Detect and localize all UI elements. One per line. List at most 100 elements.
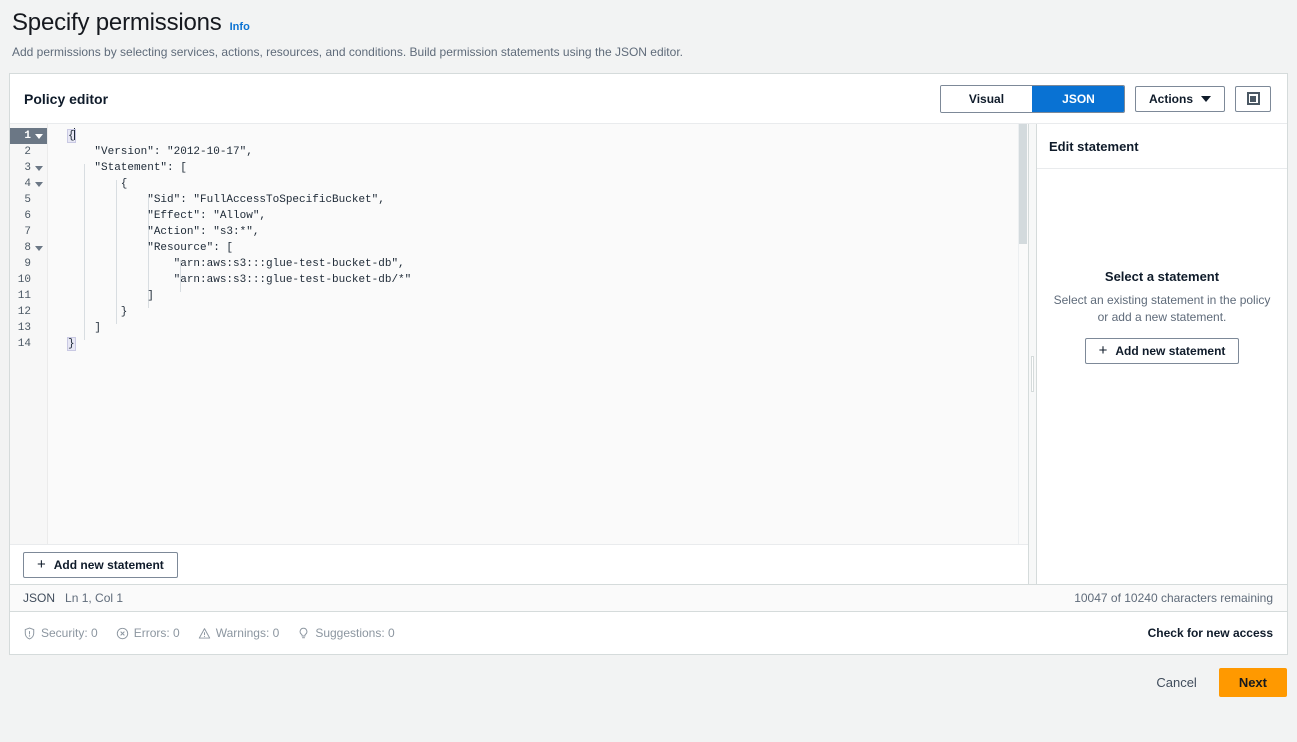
gutter-line-4[interactable]: 4 xyxy=(10,176,47,192)
next-button[interactable]: Next xyxy=(1218,668,1287,697)
gutter-line-9[interactable]: 9 xyxy=(10,256,47,272)
edit-statement-empty-state: Select a statement Select an existing st… xyxy=(1037,169,1287,584)
gutter-line-8[interactable]: 8 xyxy=(10,240,47,256)
code-line-1[interactable]: { xyxy=(48,128,1028,144)
lint-item-warnings[interactable]: Warnings: 0 xyxy=(198,626,280,640)
gutter-line-12[interactable]: 12 xyxy=(10,304,47,320)
lint-label-security: Security: 0 xyxy=(41,626,98,640)
cursor-position-label: Ln 1, Col 1 xyxy=(65,591,124,605)
gutter-line-10[interactable]: 10 xyxy=(10,272,47,288)
code-wrap: 1 2 3 4 5 6 7 8 9 10 11 12 13 14 { "Version": "2012-1… xyxy=(10,124,1028,544)
container-header: Policy editor Visual JSON Actions xyxy=(10,74,1287,124)
code-line-14[interactable]: } xyxy=(48,336,1028,352)
code-line-5[interactable]: "Sid": "FullAccessToSpecificBucket", xyxy=(48,192,1028,208)
line-number: 6 xyxy=(24,210,31,222)
lint-label-suggestions: Suggestions: 0 xyxy=(315,626,395,640)
characters-remaining-label: 10047 of 10240 characters remaining xyxy=(1074,591,1273,605)
gutter-line-2[interactable]: 2 xyxy=(10,144,47,160)
editor-area: 1 2 3 4 5 6 7 8 9 10 11 12 13 14 { "Version": "2012-1… xyxy=(10,124,1287,584)
gutter-line-7[interactable]: 7 xyxy=(10,224,47,240)
code-line-4[interactable]: { xyxy=(48,176,1028,192)
check-for-new-access-link[interactable]: Check for new access xyxy=(1148,626,1273,640)
edit-statement-panel: Edit statement Select a statement Select… xyxy=(1037,124,1287,584)
tab-json[interactable]: JSON xyxy=(1031,85,1124,112)
editor-footer: + Add new statement xyxy=(10,544,1028,584)
add-new-statement-button-panel[interactable]: + Add new statement xyxy=(1084,338,1240,364)
container-title: Policy editor xyxy=(24,90,109,107)
gutter-line-13[interactable]: 13 xyxy=(10,320,47,336)
code-line-7[interactable]: "Action": "s3:*", xyxy=(48,224,1028,240)
line-number-gutter: 1 2 3 4 5 6 7 8 9 10 11 12 13 14 xyxy=(10,124,48,544)
line-number: 10 xyxy=(17,274,31,286)
add-new-statement-label-editor: Add new statement xyxy=(53,557,164,572)
text-cursor xyxy=(73,128,75,140)
shield-icon xyxy=(24,627,35,639)
line-number: 11 xyxy=(17,290,31,302)
line-number: 9 xyxy=(24,258,31,270)
fold-triangle-icon[interactable] xyxy=(33,165,44,171)
gutter-line-1[interactable]: 1 xyxy=(10,128,47,144)
code-line-6[interactable]: "Effect": "Allow", xyxy=(48,208,1028,224)
line-number: 8 xyxy=(24,242,31,254)
split-panel-icon xyxy=(1246,92,1260,105)
lint-status-bar: Security: 0 Errors: 0 Warnings: 0 Sugges… xyxy=(10,612,1287,654)
lint-label-warnings: Warnings: 0 xyxy=(215,626,280,640)
code-line-13[interactable]: ] xyxy=(48,320,1028,336)
code-content[interactable]: { "Version": "2012-10-17", "Statement": … xyxy=(48,124,1028,544)
json-status-bar: JSON Ln 1, Col 1 10047 of 10240 characte… xyxy=(10,584,1287,612)
gutter-line-11[interactable]: 11 xyxy=(10,288,47,304)
code-line-11[interactable]: ] xyxy=(48,288,1028,304)
actions-button-label: Actions xyxy=(1148,91,1193,106)
lint-item-errors[interactable]: Errors: 0 xyxy=(116,626,180,640)
code-line-2[interactable]: "Version": "2012-10-17", xyxy=(48,144,1028,160)
matching-brace: } xyxy=(67,337,76,351)
info-link[interactable]: Info xyxy=(230,21,250,33)
line-number: 12 xyxy=(17,306,31,318)
gutter-line-3[interactable]: 3 xyxy=(10,160,47,176)
empty-state-description: Select an existing statement in the poli… xyxy=(1053,293,1271,324)
line-number: 3 xyxy=(24,162,31,174)
code-line-8[interactable]: "Resource": [ xyxy=(48,240,1028,256)
gutter-line-5[interactable]: 5 xyxy=(10,192,47,208)
gutter-line-6[interactable]: 6 xyxy=(10,208,47,224)
empty-state-title: Select a statement xyxy=(1104,269,1220,284)
tab-visual[interactable]: Visual xyxy=(940,85,1032,112)
line-number: 13 xyxy=(17,322,31,334)
lint-item-security[interactable]: Security: 0 xyxy=(23,626,98,640)
code-line-3[interactable]: "Statement": [ xyxy=(48,160,1028,176)
header-actions: Visual JSON Actions xyxy=(939,84,1271,113)
cancel-button[interactable]: Cancel xyxy=(1147,670,1205,695)
code-line-12[interactable]: } xyxy=(48,304,1028,320)
actions-button[interactable]: Actions xyxy=(1134,85,1225,112)
editor-scrollbar-thumb[interactable] xyxy=(1019,124,1027,244)
fold-triangle-icon[interactable] xyxy=(33,133,44,139)
split-panel-toggle-button[interactable] xyxy=(1235,85,1271,112)
warning-icon xyxy=(198,627,210,639)
code-line-10[interactable]: "arn:aws:s3:::glue-test-bucket-db/*" xyxy=(48,272,1028,288)
page-title: Specify permissions xyxy=(12,9,222,36)
page-footer: Cancel Next xyxy=(0,655,1297,697)
fold-triangle-icon[interactable] xyxy=(33,245,44,251)
view-toggle[interactable]: Visual JSON xyxy=(939,84,1125,113)
lint-item-suggestions[interactable]: Suggestions: 0 xyxy=(297,626,395,640)
lightbulb-icon xyxy=(299,627,308,638)
lint-items: Security: 0 Errors: 0 Warnings: 0 Sugges… xyxy=(23,626,395,640)
line-number: 5 xyxy=(24,194,31,206)
code-line-9[interactable]: "arn:aws:s3:::glue-test-bucket-db", xyxy=(48,256,1028,272)
line-number: 14 xyxy=(17,338,31,350)
panel-splitter[interactable] xyxy=(1028,124,1037,584)
lint-label-errors: Errors: 0 xyxy=(133,626,180,640)
gutter-line-14[interactable]: 14 xyxy=(10,336,47,352)
fold-triangle-icon[interactable] xyxy=(33,181,44,187)
error-icon xyxy=(116,627,128,639)
line-number: 2 xyxy=(24,146,31,158)
plus-icon: + xyxy=(1098,342,1108,359)
editor-vertical-scrollbar[interactable] xyxy=(1018,124,1028,544)
add-new-statement-button-editor[interactable]: + Add new statement xyxy=(23,551,178,578)
line-number: 1 xyxy=(24,130,31,142)
line-number: 7 xyxy=(24,226,31,238)
line-number: 4 xyxy=(24,178,31,190)
chevron-down-icon xyxy=(1201,95,1211,102)
splitter-drag-handle[interactable] xyxy=(1031,356,1034,392)
page-header: Specify permissions Info Add permissions… xyxy=(0,0,1297,60)
